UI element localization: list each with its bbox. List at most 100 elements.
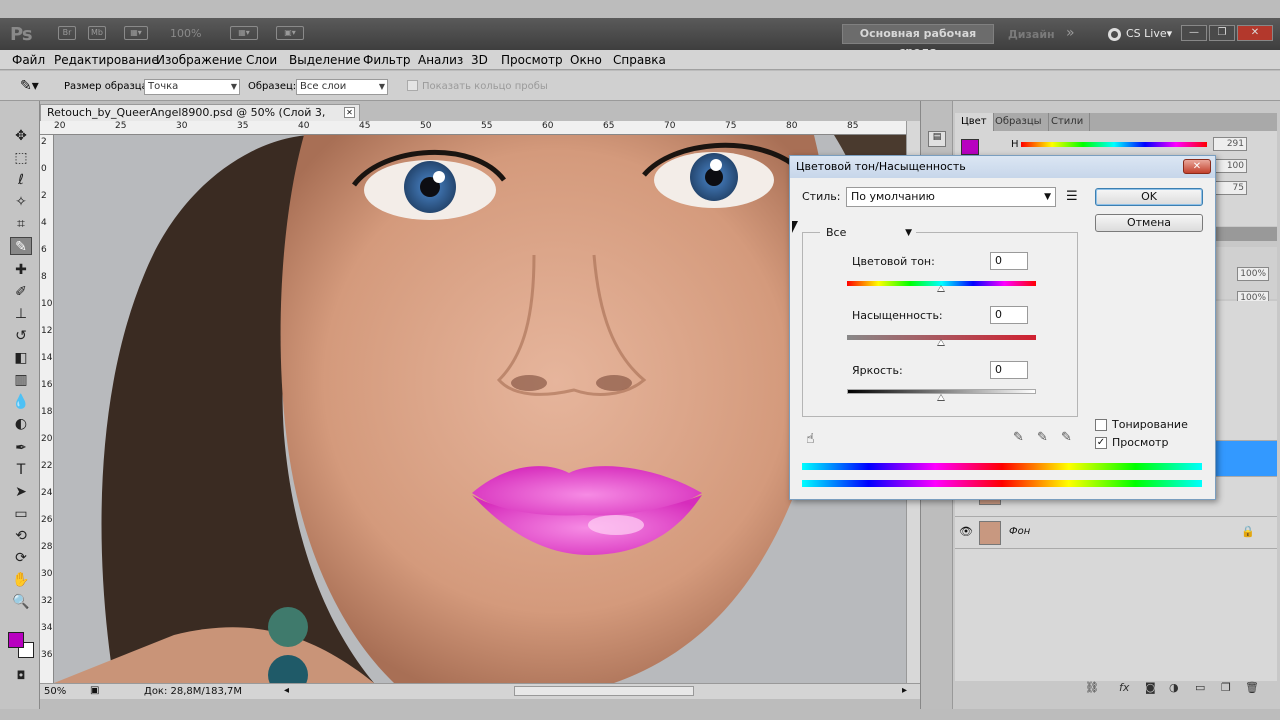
workspace-button[interactable]: Основная рабочая среда [842, 24, 994, 58]
lightness-slider-thumb[interactable] [937, 394, 945, 401]
on-image-adjust-icon[interactable]: ☝ [806, 431, 815, 447]
quick-mask-icon[interactable]: ◘ [10, 667, 32, 685]
sample-size-select[interactable]: Точка ▼ [144, 79, 240, 95]
preview-checkbox[interactable]: ✓ Просмотр [1095, 436, 1168, 449]
new-layer-icon[interactable]: ❐ [1221, 681, 1231, 694]
menu-image[interactable]: Изображение [156, 53, 242, 67]
opacity-field[interactable]: 100% [1237, 267, 1269, 281]
clone-stamp-tool-icon[interactable]: ⊥ [10, 305, 32, 323]
fx-icon[interactable]: fx [1119, 681, 1129, 694]
more-workspaces-icon[interactable]: » [1066, 25, 1075, 41]
eyedropper-minus-icon[interactable]: ✎ [1061, 430, 1072, 445]
colorize-checkbox[interactable]: Тонирование [1095, 418, 1188, 431]
mini-bridge-icon[interactable]: Mb [88, 26, 106, 40]
tab-color[interactable]: Цвет [955, 113, 994, 131]
adjustment-layer-icon[interactable]: ◑ [1169, 681, 1179, 694]
tab-styles[interactable]: Стили [1045, 113, 1091, 131]
eye-icon[interactable]: 👁 [959, 525, 973, 538]
extras-icon[interactable]: ▦▾ [124, 26, 148, 40]
hue-slider[interactable] [1021, 142, 1207, 147]
hand-tool-icon[interactable]: ✋ [10, 571, 32, 589]
healing-brush-tool-icon[interactable]: ✚ [10, 261, 32, 279]
delete-layer-icon[interactable]: 🗑 [1245, 681, 1259, 694]
menu-select[interactable]: Выделение [289, 53, 360, 67]
eyedropper-icon[interactable]: ✎ [1013, 430, 1024, 445]
arrange-documents-icon[interactable]: ▦▾ [230, 26, 258, 40]
brightness-value[interactable]: 75 [1213, 181, 1247, 195]
3d-rotate-tool-icon[interactable]: ⟲ [10, 527, 32, 545]
menu-file[interactable]: Файл [12, 53, 45, 67]
saturation-input[interactable]: 0 [990, 306, 1028, 324]
screen-mode-icon[interactable]: ▣▾ [276, 26, 304, 40]
close-document-icon[interactable]: ✕ [344, 107, 355, 118]
path-selection-tool-icon[interactable]: ➤ [10, 483, 32, 501]
horizontal-scrollbar-thumb[interactable] [514, 686, 694, 696]
crop-tool-icon[interactable]: ⌗ [10, 215, 32, 233]
3d-orbit-tool-icon[interactable]: ⟳ [10, 549, 32, 567]
menu-help[interactable]: Справка [613, 53, 666, 67]
dialog-title-bar[interactable]: Цветовой тон/Насыщенность ✕ [790, 156, 1215, 178]
layer-row-background[interactable]: 👁 Фон 🔒 [955, 517, 1277, 549]
pen-tool-icon[interactable]: ✒ [10, 439, 32, 457]
vertical-ruler[interactable]: 2 0 2 4 6 8 10 12 14 16 18 20 22 24 26 28 30 32 34 36 [40, 135, 54, 683]
show-ring-checkbox[interactable] [407, 80, 418, 91]
minimize-button[interactable]: — [1181, 25, 1207, 41]
menu-view[interactable]: Просмотр [501, 53, 563, 67]
design-workspace-button[interactable]: Дизайн [1008, 28, 1055, 41]
channel-select[interactable]: Все ▼ [820, 224, 916, 244]
saturation-slider-thumb[interactable] [937, 339, 945, 346]
ok-button[interactable]: OK [1095, 188, 1203, 206]
hue-input[interactable]: 0 [990, 252, 1028, 270]
eraser-tool-icon[interactable]: ◧ [10, 349, 32, 367]
eyedropper-plus-icon[interactable]: ✎ [1037, 430, 1048, 445]
new-group-icon[interactable]: ▭ [1195, 681, 1205, 694]
blur-tool-icon[interactable]: 💧 [10, 393, 32, 411]
dialog-close-button[interactable]: ✕ [1183, 159, 1211, 174]
scroll-left-icon[interactable]: ◂ [284, 685, 289, 696]
hue-slider-thumb[interactable] [937, 285, 945, 292]
scroll-right-icon[interactable]: ▸ [902, 685, 907, 696]
lasso-tool-icon[interactable]: ℓ [10, 171, 32, 189]
type-tool-icon[interactable]: T [10, 461, 32, 479]
link-layers-icon[interactable]: ⛓ [1085, 681, 1099, 694]
add-mask-icon[interactable]: ◙ [1145, 681, 1156, 694]
close-window-button[interactable]: ✕ [1237, 25, 1273, 41]
hue-value[interactable]: 291 [1213, 137, 1247, 151]
status-zoom[interactable]: 50% [44, 686, 84, 697]
marquee-tool-icon[interactable]: ⬚ [10, 149, 32, 167]
cancel-button[interactable]: Отмена [1095, 214, 1203, 232]
eyedropper-preset-icon[interactable]: ✎▾ [20, 78, 39, 94]
preset-select[interactable]: По умолчанию ▼ [846, 187, 1056, 207]
color-panel-swatch[interactable] [961, 139, 979, 155]
move-tool-icon[interactable]: ✥ [10, 127, 32, 145]
sample-select[interactable]: Все слои ▼ [296, 79, 388, 95]
rectangle-tool-icon[interactable]: ▭ [10, 505, 32, 523]
bridge-icon[interactable]: Br [58, 26, 76, 40]
horizontal-ruler[interactable]: 20 25 30 35 40 45 50 55 60 65 70 75 80 85 [40, 121, 920, 135]
menu-layer[interactable]: Слои [246, 53, 277, 67]
canvas[interactable] [54, 135, 906, 683]
foreground-color-swatch[interactable] [8, 632, 24, 648]
menu-edit[interactable]: Редактирование [54, 53, 159, 67]
document-tab[interactable]: Retouch_by_QueerAngel8900.psd @ 50% (Сло… [40, 104, 360, 135]
eyedropper-tool-icon[interactable]: ✎ [10, 237, 32, 255]
tab-swatches[interactable]: Образцы [989, 113, 1049, 131]
zoom-level[interactable]: 100% [170, 27, 201, 40]
menu-filter[interactable]: Фильтр [363, 53, 410, 67]
restore-button[interactable]: ❐ [1209, 25, 1235, 41]
menu-analysis[interactable]: Анализ [418, 53, 463, 67]
menu-window[interactable]: Окно [570, 53, 602, 67]
zoom-tool-icon[interactable]: 🔍 [10, 593, 32, 611]
status-menu-icon[interactable]: ▣ [90, 685, 99, 696]
gradient-tool-icon[interactable]: ▥ [10, 371, 32, 389]
history-panel-icon[interactable]: ▤ [928, 131, 946, 147]
quick-select-tool-icon[interactable]: ✧ [10, 193, 32, 211]
history-brush-tool-icon[interactable]: ↺ [10, 327, 32, 345]
brush-tool-icon[interactable]: ✐ [10, 283, 32, 301]
lightness-input[interactable]: 0 [990, 361, 1028, 379]
preset-options-icon[interactable]: ☰ [1066, 189, 1078, 204]
dodge-tool-icon[interactable]: ◐ [10, 415, 32, 433]
cs-live-button[interactable]: CS Live▾ [1108, 27, 1172, 41]
saturation-value[interactable]: 100 [1213, 159, 1247, 173]
menu-3d[interactable]: 3D [471, 53, 488, 67]
